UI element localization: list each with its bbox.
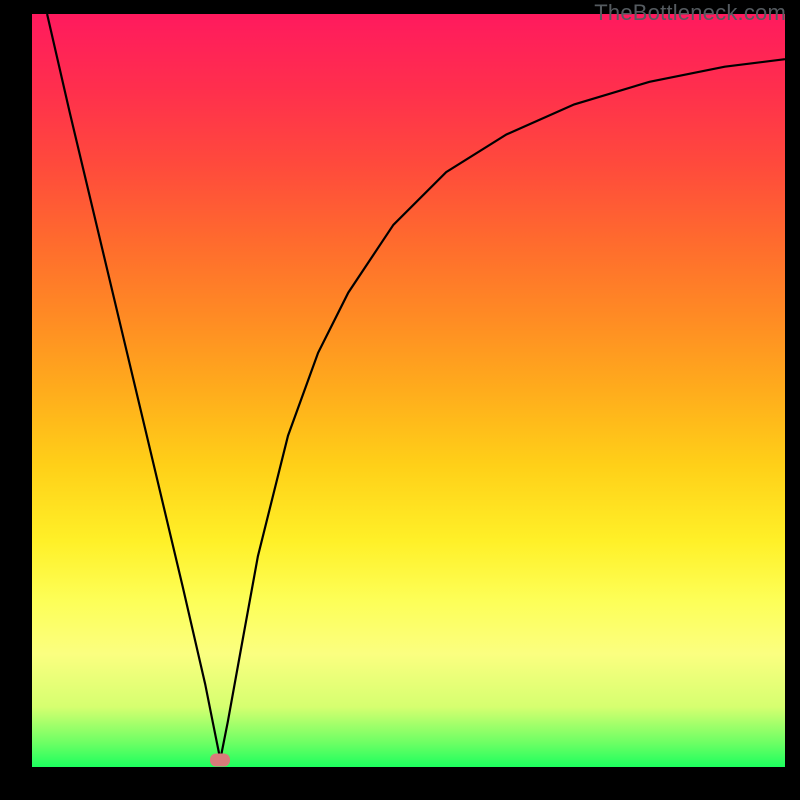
- chart-frame: TheBottleneck.com: [0, 0, 800, 800]
- curve-line: [47, 14, 785, 760]
- plot-area: [32, 14, 785, 767]
- optimal-marker: [210, 753, 230, 766]
- watermark-text: TheBottleneck.com: [594, 0, 786, 26]
- curve-svg: [32, 14, 785, 767]
